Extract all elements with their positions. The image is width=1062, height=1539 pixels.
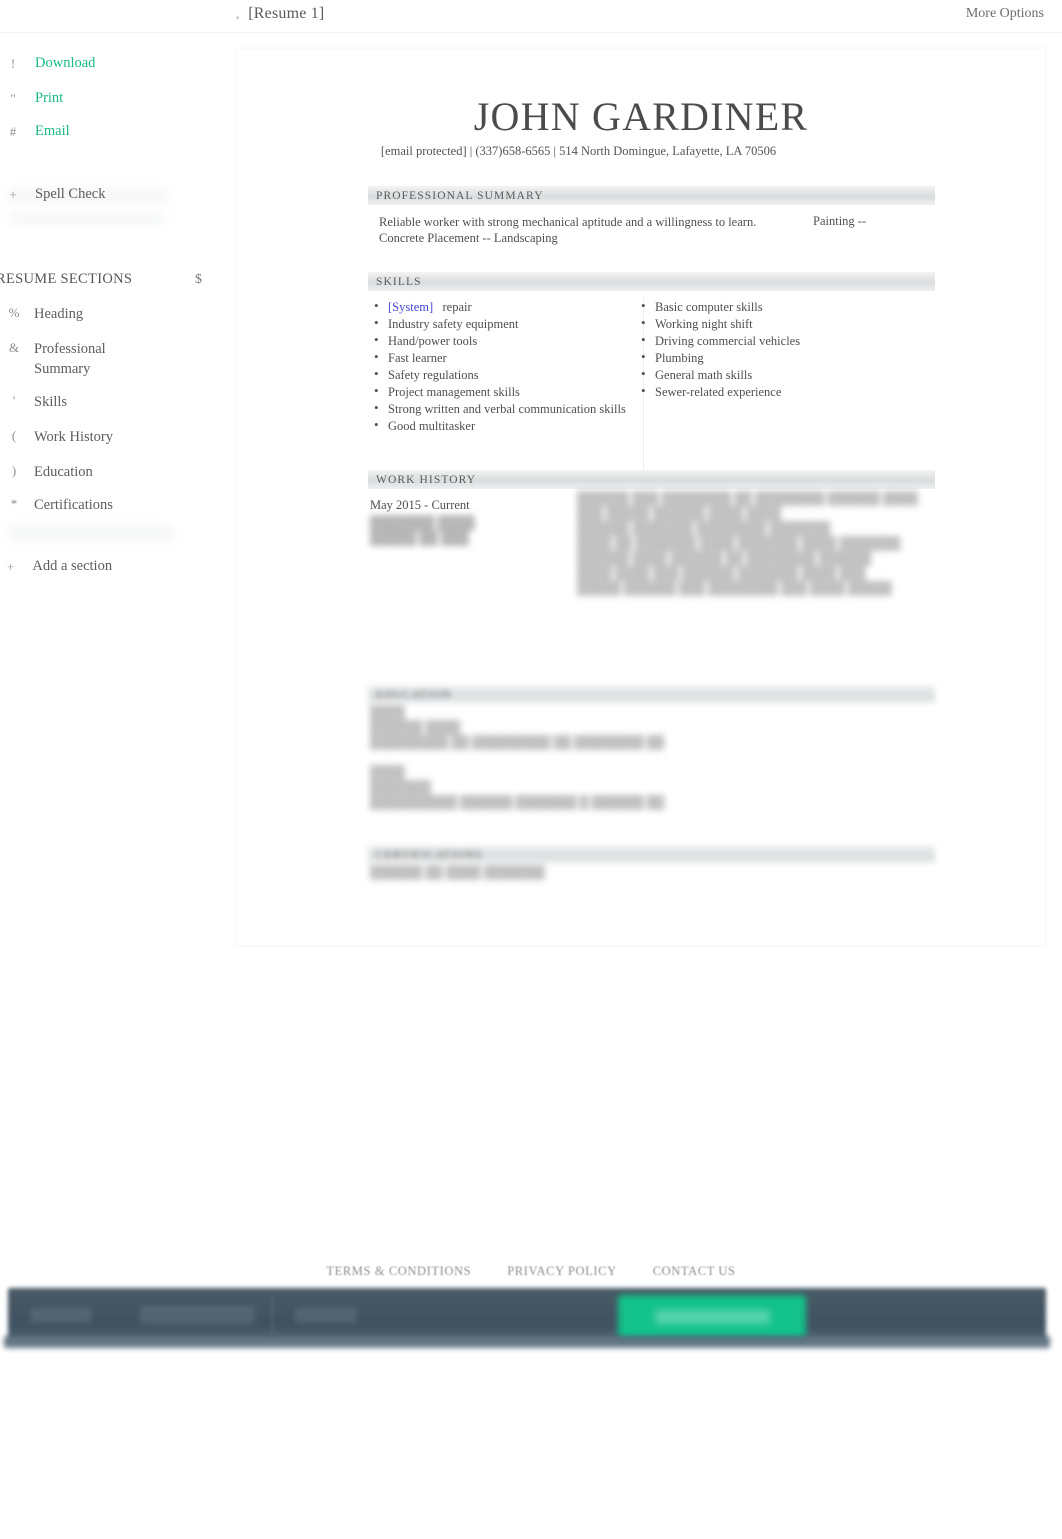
bottom-bar-field-obscured[interactable] [30, 1308, 92, 1323]
printer-icon: " [10, 90, 16, 106]
footer-links: TERMS & CONDITIONS PRIVACY POLICY CONTAC… [0, 1264, 1062, 1279]
sidebar-item-label: Certifications [34, 497, 113, 513]
skill-item: Industry safety equipment [370, 315, 642, 332]
more-options-button[interactable]: More Options [966, 6, 1044, 22]
bottom-bar-field-obscured[interactable] [140, 1306, 255, 1324]
skill-item: Working night shift [637, 315, 917, 332]
add-a-section-button[interactable]: + Add a section [7, 558, 112, 575]
certifications-content-obscured: ██████ ██ ████ ███████ [370, 865, 545, 879]
professional-summary-overflow-text: Painting -- [813, 214, 867, 228]
system-tag: [System] [388, 300, 434, 314]
email-button[interactable]: # Email [7, 120, 197, 142]
skills-icon: ' [12, 393, 16, 408]
sidebar-item-label: Professional Summary [34, 341, 106, 377]
section-title: PROFESSIONAL SUMMARY [376, 189, 544, 202]
resume-contact-line[interactable]: [email protected] | (337)658-6565 | 514 … [237, 144, 1045, 159]
print-label: Print [35, 89, 64, 106]
skill-item: Fast learner [370, 349, 642, 366]
envelope-icon: # [9, 123, 17, 139]
work-history-date[interactable]: May 2015 - Current [370, 498, 470, 513]
sidebar-item-education[interactable]: ) Education [8, 462, 208, 482]
check-icon: + [9, 186, 17, 202]
document-icon: , [236, 6, 240, 21]
professional-summary-text[interactable]: Reliable worker with strong mechanical a… [379, 214, 799, 246]
section-bar-work-history: WORK HISTORY [368, 470, 935, 489]
work-history-bullets-obscured: ██████ ███ ████████ ██ ████████ ██████ █… [577, 491, 918, 595]
bottom-bar-shadow [4, 1336, 1050, 1348]
download-button[interactable]: ! Download [7, 52, 197, 74]
sidebar-item-heading[interactable]: % Heading [8, 304, 208, 324]
section-bar-certifications: CERTIFICATIONS [368, 845, 935, 864]
skill-item: Hand/power tools [370, 332, 642, 349]
sidebar-item-professional-summary[interactable]: & Professional Summary [8, 339, 208, 379]
skill-item: Plumbing [637, 349, 917, 366]
spell-check-label: Spell Check [35, 185, 106, 202]
skills-list-left[interactable]: [System] repairIndustry safety equipment… [370, 298, 642, 435]
skill-item: Basic computer skills [637, 298, 917, 315]
footer-link-contact[interactable]: CONTACT US [653, 1264, 736, 1279]
skill-item: Sewer-related experience [637, 383, 917, 400]
certificate-icon: * [10, 496, 18, 511]
heading-icon: % [8, 305, 20, 320]
bottom-bar-divider [272, 1295, 273, 1335]
bottom-bar-cta-label-obscured [655, 1310, 770, 1324]
section-bar-professional-summary: PROFESSIONAL SUMMARY [368, 186, 935, 205]
email-label: Email [35, 122, 70, 139]
section-title: CERTIFICATIONS [376, 848, 483, 861]
briefcase-icon: ( [11, 428, 17, 443]
sidebar-item-label: Skills [34, 394, 68, 410]
resume-name[interactable]: JOHN GARDINER [237, 93, 1045, 140]
sidebar-item-skills[interactable]: ' Skills [8, 392, 208, 412]
summary-icon: & [8, 340, 20, 355]
skill-item: General math skills [637, 366, 917, 383]
resume-sections-header: RESUME SECTIONS $ [0, 271, 202, 288]
skill-item: Driving commercial vehicles [637, 332, 917, 349]
print-button[interactable]: " Print [7, 87, 197, 109]
graduation-cap-icon: ) [11, 463, 17, 478]
download-icon: ! [10, 55, 16, 71]
footer-link-terms[interactable]: TERMS & CONDITIONS [326, 1264, 471, 1279]
sidebar-item-label: Heading [34, 306, 84, 322]
document-title-group[interactable]: , [Resume 1] [236, 5, 324, 23]
education-content-obscured: ████ ██████ ████ █████████ ██ █████████ ██… [370, 705, 665, 809]
sidebar-obscured-band [10, 213, 165, 225]
work-history-company-obscured: ███████ ████ █████ ██ ███ [370, 515, 475, 545]
bottom-bar-field-obscured[interactable] [295, 1308, 357, 1323]
page-title[interactable]: [Resume 1] [248, 5, 324, 23]
resume-document[interactable]: JOHN GARDINER [email protected] | (337)6… [236, 48, 1046, 946]
resume-sections-title: RESUME SECTIONS [0, 271, 133, 287]
add-a-section-label: Add a section [32, 558, 113, 574]
plus-icon: + [7, 559, 15, 574]
footer-link-privacy[interactable]: PRIVACY POLICY [507, 1264, 616, 1279]
skill-item: Project management skills [370, 383, 642, 400]
section-title: WORK HISTORY [376, 473, 477, 486]
section-bar-education: EDUCATION [368, 685, 935, 704]
sidebar-item-label: Work History [34, 429, 113, 445]
sidebar-obscured-band [8, 525, 173, 541]
sidebar-item-work-history[interactable]: ( Work History [8, 427, 208, 447]
spell-check-button[interactable]: + Spell Check [7, 183, 197, 205]
section-title: SKILLS [376, 275, 422, 288]
skill-item: Strong written and verbal communication … [370, 400, 642, 417]
skill-item: Safety regulations [370, 366, 642, 383]
sidebar-item-certifications[interactable]: * Certifications [8, 495, 208, 515]
download-label: Download [35, 54, 96, 71]
skill-item: [System] repair [370, 298, 642, 315]
skills-list-right[interactable]: Basic computer skillsWorking night shift… [637, 298, 917, 401]
section-title: EDUCATION [376, 688, 452, 701]
skill-item: Good multitasker [370, 417, 642, 434]
top-bar: , [Resume 1] More Options [0, 0, 1062, 33]
section-bar-skills: SKILLS [368, 272, 935, 291]
sidebar: ! Download " Print # Email + Spell Check… [0, 33, 236, 1255]
sidebar-item-label: Education [34, 464, 93, 480]
reorder-icon[interactable]: $ [195, 272, 202, 287]
